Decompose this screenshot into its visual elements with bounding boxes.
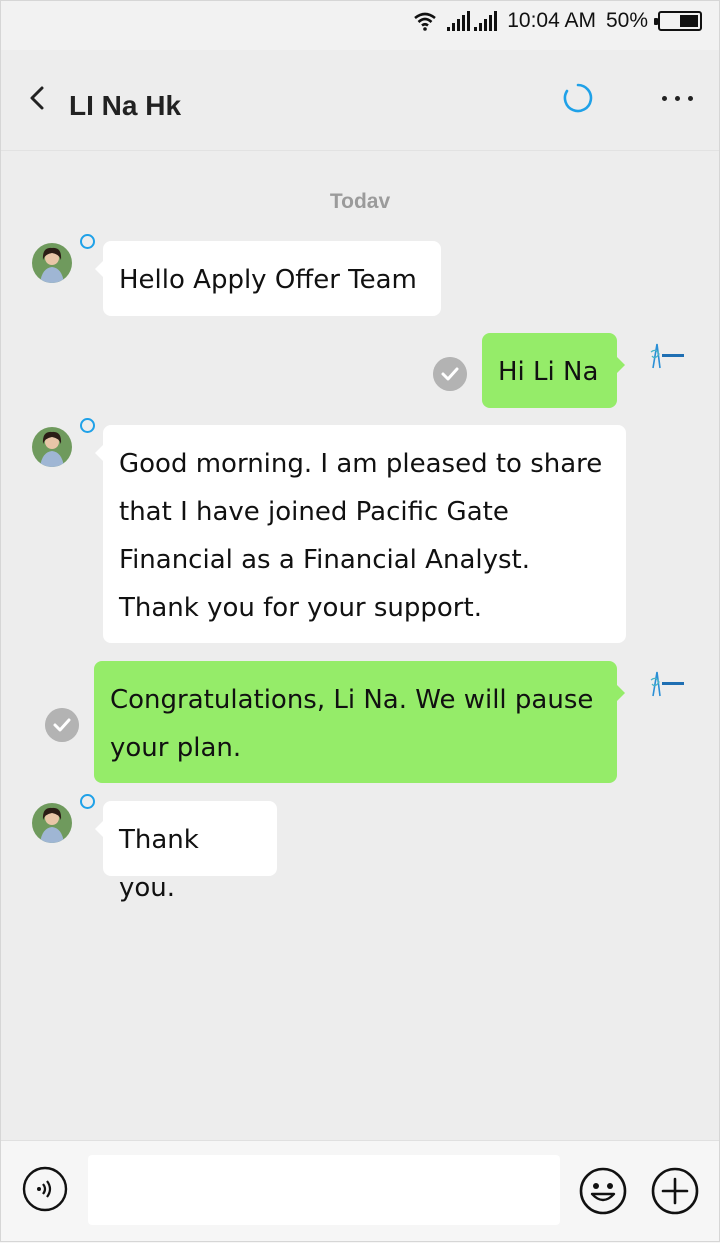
status-dot [80, 234, 95, 249]
message-text: Hello Apply Offer Team [119, 265, 417, 295]
message-line: that I have joined Pacific Gate [119, 497, 509, 527]
message-text: Hi Li Na [498, 357, 599, 387]
avatar[interactable] [32, 427, 72, 467]
chat-header: LI Na Hk [0, 50, 720, 151]
signal-icon [474, 11, 498, 31]
message-bubble-incoming[interactable]: Thank you. [95, 801, 277, 903]
message-line: Congratulations, Li Na. We will pause [110, 685, 594, 715]
message-line: Good morning. I am pleased to share [119, 449, 603, 479]
wifi-icon [414, 12, 437, 31]
voice-icon[interactable] [22, 1166, 68, 1212]
status-icons: 10:04 AM 50% [413, 9, 702, 33]
signal-icon [447, 11, 471, 31]
back-arrow-icon[interactable] [24, 84, 52, 112]
more-options-icon[interactable] [662, 96, 702, 106]
message-line: Financial as a Financial Analyst. [119, 545, 530, 575]
read-check-icon [433, 357, 467, 391]
plus-icon[interactable] [650, 1166, 700, 1216]
apply-offer-logo-icon [650, 343, 684, 369]
avatar[interactable] [32, 243, 72, 283]
message-line: your plan. [110, 733, 242, 763]
message-bubble-incoming[interactable]: Good morning. I am pleased to share that… [95, 425, 626, 643]
read-check-icon [45, 708, 79, 742]
avatar[interactable] [32, 803, 72, 843]
chat-title: LI Na Hk [69, 90, 182, 121]
message-bubble-incoming[interactable]: Hello Apply Offer Team [95, 241, 441, 316]
message-bubble-outgoing[interactable]: Hi Li Na [482, 333, 625, 408]
status-bar: 10:04 AM 50% [0, 0, 720, 50]
input-bar [0, 1140, 720, 1243]
clock: 10:04 AM [507, 9, 596, 32]
message-bubble-outgoing[interactable]: Congratulations, Li Na. We will pause yo… [94, 661, 625, 783]
status-dot [80, 418, 95, 433]
status-dot [80, 794, 95, 809]
message-line: Thank you for your support. [119, 593, 482, 623]
apply-offer-logo-icon [650, 671, 684, 697]
date-separator: Todav [329, 190, 391, 213]
message-input[interactable] [88, 1155, 560, 1225]
battery-icon [654, 11, 702, 31]
emoji-icon[interactable] [578, 1166, 628, 1216]
message-text: Thank you. [119, 825, 199, 903]
loading-spinner-icon [563, 83, 593, 113]
battery-percent: 50% [605, 9, 648, 32]
